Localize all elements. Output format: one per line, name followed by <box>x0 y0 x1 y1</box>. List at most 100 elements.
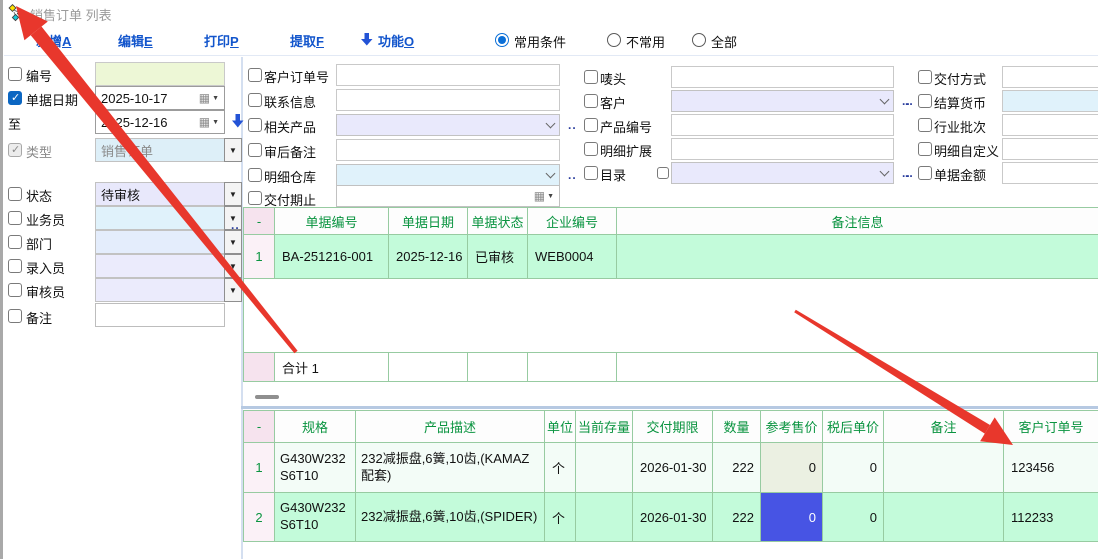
input-delivery-by[interactable]: ▦▼ <box>336 185 560 207</box>
input-doc-amount[interactable] <box>1002 162 1098 184</box>
combo-salesman[interactable] <box>95 206 225 230</box>
checkbox-customer[interactable] <box>584 94 598 108</box>
detail-row-num[interactable]: 2 <box>244 493 275 541</box>
detail-header-remark[interactable]: 备注 <box>884 411 1004 443</box>
detail-cell-stock[interactable] <box>576 493 633 541</box>
detail-cell-unit[interactable]: 个 <box>545 493 576 541</box>
detail-header-index[interactable]: - <box>244 411 275 443</box>
detail-cell-customer-po[interactable]: 112233 <box>1004 493 1098 541</box>
related-product-browse-button[interactable]: .. <box>568 118 577 132</box>
detail-header-spec[interactable]: 规格 <box>275 411 356 443</box>
checkbox-delivery-by[interactable] <box>248 191 262 205</box>
checkbox-entry-clerk[interactable] <box>8 259 22 273</box>
combo-type-dropdown-button[interactable]: ▼ <box>224 138 242 162</box>
checkbox-salesman[interactable] <box>8 211 22 225</box>
detail-cell-qty[interactable]: 222 <box>713 443 761 493</box>
input-product-code[interactable] <box>671 114 894 136</box>
detail-header-net-price[interactable]: 税后单价 <box>823 411 884 443</box>
checkbox-department[interactable] <box>8 235 22 249</box>
extract-button[interactable]: 提取F <box>290 31 324 50</box>
detail-cell-spec[interactable]: G430W232S6T10 <box>275 443 356 493</box>
combo-department-dropdown-button[interactable]: ▼ <box>224 230 242 254</box>
combo-department[interactable] <box>95 230 225 254</box>
detail-cell-remark[interactable] <box>884 493 1004 541</box>
checkbox-remark[interactable] <box>8 309 22 323</box>
input-detail-custom[interactable] <box>1002 138 1098 160</box>
combo-customer[interactable] <box>671 90 894 112</box>
detail-cell-unit[interactable]: 个 <box>545 443 576 493</box>
detail-header-deadline[interactable]: 交付期限 <box>633 411 713 443</box>
checkbox-product-code[interactable] <box>584 118 598 132</box>
input-code[interactable] <box>95 62 225 86</box>
combo-status-dropdown-button[interactable]: ▼ <box>224 182 242 206</box>
master-header-company-no[interactable]: 企业编号 <box>528 208 617 235</box>
checkbox-doc-amount[interactable] <box>918 166 932 180</box>
input-shipping-mark[interactable] <box>671 66 894 88</box>
detail-cell-deadline[interactable]: 2026-01-30 <box>633 493 713 541</box>
checkbox-industry-batch[interactable] <box>918 118 932 132</box>
checkbox-settlement-currency[interactable] <box>918 94 932 108</box>
detail-cell-customer-po[interactable]: 123456 <box>1004 443 1098 493</box>
input-doc-date-from[interactable]: 2025-10-17▦▼ <box>95 86 225 110</box>
detail-header-customer-po[interactable]: 客户订单号 <box>1004 411 1098 443</box>
master-cell-doc-date[interactable]: 2025-12-16 <box>389 235 468 279</box>
input-contact-info[interactable] <box>336 89 560 111</box>
radio-all[interactable] <box>692 33 706 47</box>
edit-button[interactable]: 编辑E <box>118 31 153 50</box>
checkbox-shipping-mark[interactable] <box>584 70 598 84</box>
combo-entry-clerk-dropdown-button[interactable]: ▼ <box>224 254 242 278</box>
combo-auditor-dropdown-button[interactable]: ▼ <box>224 278 242 302</box>
checkbox-related-product[interactable] <box>248 118 262 132</box>
input-customer-po[interactable] <box>336 64 560 86</box>
checkbox-auditor[interactable] <box>8 283 22 297</box>
settlement-currency-browse-button[interactable]: .. <box>905 94 914 108</box>
master-header-remark-info[interactable]: 备注信息 <box>617 208 1098 235</box>
detail-row-num[interactable]: 1 <box>244 443 275 493</box>
detail-header-desc[interactable]: 产品描述 <box>356 411 545 443</box>
master-cell-company-no[interactable]: WEB0004 <box>528 235 617 279</box>
doc-amount-browse-button[interactable]: .. <box>905 166 914 180</box>
detail-warehouse-browse-button[interactable]: .. <box>568 168 577 182</box>
input-post-audit-remark[interactable] <box>336 139 560 161</box>
detail-header-qty[interactable]: 数量 <box>713 411 761 443</box>
detail-cell-qty[interactable]: 222 <box>713 493 761 541</box>
master-header-index[interactable]: - <box>244 208 275 235</box>
combo-auditor[interactable] <box>95 278 225 302</box>
master-header-doc-no[interactable]: 单据编号 <box>275 208 389 235</box>
checkbox-catalog[interactable] <box>584 166 598 180</box>
checkbox-customer-po[interactable] <box>248 68 262 82</box>
master-cell-doc-no[interactable]: BA-251216-001 <box>275 235 389 279</box>
detail-cell-remark[interactable] <box>884 443 1004 493</box>
combo-catalog[interactable] <box>671 162 894 184</box>
input-remark[interactable] <box>95 303 225 327</box>
function-button[interactable]: 功能O <box>378 31 414 50</box>
checkbox-status[interactable] <box>8 187 22 201</box>
combo-status[interactable]: 待审核 <box>95 182 225 206</box>
checkbox-post-audit-remark[interactable] <box>248 143 262 157</box>
detail-cell-ref-price[interactable]: 0 <box>761 443 823 493</box>
checkbox-detail-warehouse[interactable] <box>248 168 262 182</box>
detail-cell-net-price[interactable]: 0 <box>823 443 884 493</box>
detail-header-unit[interactable]: 单位 <box>545 411 576 443</box>
checkbox-doc-date[interactable] <box>8 91 22 105</box>
input-doc-date-to[interactable]: 2025-12-16▦▼ <box>95 110 225 134</box>
detail-header-stock[interactable]: 当前存量 <box>576 411 633 443</box>
splitter-handle[interactable] <box>255 395 279 399</box>
input-detail-extend[interactable] <box>671 138 894 160</box>
detail-cell-ref-price-selected[interactable]: 0 <box>761 493 823 541</box>
checkbox-detail-extend[interactable] <box>584 142 598 156</box>
checkbox-catalog-extra[interactable] <box>657 167 669 179</box>
detail-cell-spec[interactable]: G430W232S6T10 <box>275 493 356 541</box>
radio-common-conditions[interactable] <box>495 33 509 47</box>
collapse-filters-icon[interactable] <box>232 114 244 128</box>
detail-cell-deadline[interactable]: 2026-01-30 <box>633 443 713 493</box>
combo-related-product[interactable] <box>336 114 560 136</box>
combo-detail-warehouse[interactable] <box>336 164 560 186</box>
detail-cell-stock[interactable] <box>576 443 633 493</box>
input-industry-batch[interactable] <box>1002 114 1098 136</box>
input-settlement-currency[interactable] <box>1002 90 1098 112</box>
checkbox-contact-info[interactable] <box>248 93 262 107</box>
detail-header-ref-price[interactable]: 参考售价 <box>761 411 823 443</box>
input-delivery-method[interactable] <box>1002 66 1098 88</box>
checkbox-delivery-method[interactable] <box>918 70 932 84</box>
